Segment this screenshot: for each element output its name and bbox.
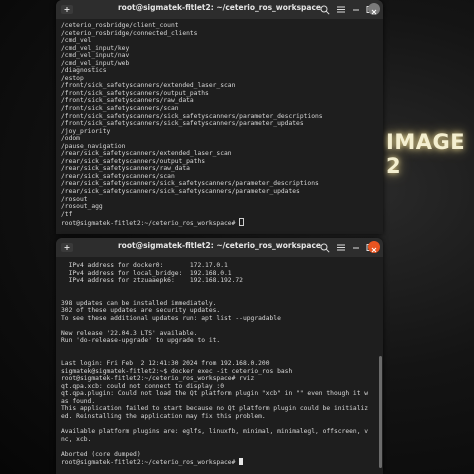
terminal-line: ed. Reinstalling the application may fix… <box>61 412 266 420</box>
terminal-line: Aborted (core dumped) <box>61 450 141 458</box>
terminal-line: root@sigmatek-fitlet2:~/ceterio_ros_work… <box>61 375 255 383</box>
terminal-line: IPv4 address for local_bridge: 192.168.0… <box>61 269 232 277</box>
terminal-line: /front/sick_safetyscanners/output_paths <box>61 89 209 97</box>
terminal-line: /front/sick_safetyscanners/sick_safetysc… <box>61 120 304 128</box>
terminal-output[interactable]: IPv4 address for docker0: 172.17.0.1 IPv… <box>61 262 377 472</box>
terminal-line: qt.qpa.plugin: Could not load the Qt pla… <box>61 390 369 398</box>
prompt-text: root@sigmatek-fitlet2:~/ceterio_ros_work… <box>61 220 240 228</box>
terminal-line: /odom <box>61 135 80 143</box>
terminal-line: /cmd_vel_input/web <box>61 59 130 67</box>
terminal-line: /rear/sick_safetyscanners/sick_safetysca… <box>61 188 300 196</box>
terminal-line: /rear/sick_safetyscanners/sick_safetysca… <box>61 180 319 188</box>
terminal-line: /rear/sick_safetyscanners/scan <box>61 172 175 180</box>
terminal-line: /estop <box>61 74 84 82</box>
terminal-line: /pause_navigation <box>61 142 126 150</box>
terminal-line: /rosout_agg <box>61 203 103 211</box>
terminal-line: sigmatek@sigmatek-fitlet2:~$ docker exec… <box>61 367 293 375</box>
search-icon[interactable] <box>318 3 332 16</box>
terminal-line: /front/sick_safetyscanners/scan <box>61 105 179 113</box>
terminal-window-bottom[interactable]: root@sigmatek-fitlet2: ~/ceterio_ros_wor… <box>56 238 383 474</box>
title-bar[interactable]: root@sigmatek-fitlet2: ~/ceterio_ros_wor… <box>56 238 383 257</box>
terminal-line: /front/sick_safetyscanners/sick_safetysc… <box>61 112 323 120</box>
terminal-line: IPv4 address for docker0: 172.17.0.1 <box>61 262 228 269</box>
terminal-line: /rear/sick_safetyscanners/output_paths <box>61 157 206 165</box>
terminal-line: New release '22.04.3 LTS' available. <box>61 329 198 337</box>
text-cursor <box>239 458 244 466</box>
terminal-line: /tf <box>61 210 73 218</box>
close-icon[interactable] <box>368 241 380 253</box>
terminal-line: /joy_priority <box>61 127 111 135</box>
close-icon[interactable] <box>368 3 380 15</box>
text-cursor <box>239 218 245 227</box>
terminal-line: /cmd_vel_input/nav <box>61 52 130 60</box>
image-label: IMAGE 2 <box>386 130 466 178</box>
terminal-line: 302 of these updates are security update… <box>61 307 221 315</box>
terminal-line: /ceterio_rosbridge/connected_clients <box>61 29 198 37</box>
title-bar[interactable]: root@sigmatek-fitlet2: ~/ceterio_ros_wor… <box>56 0 383 19</box>
terminal-line: qt.qpa.xcb: could not connect to display… <box>61 382 225 390</box>
terminal-line: /ceterio_rosbridge/client_count <box>61 22 179 29</box>
terminal-line: /front/sick_safetyscanners/raw_data <box>61 97 194 105</box>
terminal-line: This application failed to start because… <box>61 405 369 413</box>
terminal-line: Available platform plugins are: eglfs, l… <box>61 428 369 436</box>
minimize-icon[interactable] <box>349 241 363 254</box>
scrollbar[interactable] <box>379 356 382 468</box>
terminal-line: /cmd_vel <box>61 37 92 45</box>
menu-icon[interactable] <box>334 241 348 254</box>
terminal-line: as found. <box>61 397 96 405</box>
terminal-line: Last login: Fri Feb 2 12:41:30 2024 from… <box>61 360 270 368</box>
terminal-line: /diagnostics <box>61 67 107 75</box>
prompt-line: root@sigmatek-fitlet2:~/ceterio_ros_work… <box>61 218 377 228</box>
terminal-line: IPv4 address for ztzuaaepk6: 192.168.192… <box>61 277 243 285</box>
terminal-line: 398 updates can be installed immediately… <box>61 299 217 307</box>
terminal-line: /rear/sick_safetyscanners/extended_laser… <box>61 150 232 158</box>
terminal-line: /rosout <box>61 195 88 203</box>
menu-icon[interactable] <box>334 3 348 16</box>
terminal-output[interactable]: /ceterio_rosbridge/client_count/ceterio_… <box>61 22 377 232</box>
terminal-line: /cmd_vel_input/key <box>61 44 130 52</box>
terminal-line: Run 'do-release-upgrade' to upgrade to i… <box>61 337 221 345</box>
terminal-line: /front/sick_safetyscanners/extended_lase… <box>61 82 236 90</box>
terminal-line: /rear/sick_safetyscanners/raw_data <box>61 165 190 173</box>
prompt-text: root@sigmatek-fitlet2:~/ceterio_ros_work… <box>61 459 240 467</box>
search-icon[interactable] <box>318 241 332 254</box>
minimize-icon[interactable] <box>349 3 363 16</box>
prompt-line: root@sigmatek-fitlet2:~/ceterio_ros_work… <box>61 458 377 466</box>
terminal-line: nc, xcb. <box>61 435 92 443</box>
terminal-window-top[interactable]: root@sigmatek-fitlet2: ~/ceterio_ros_wor… <box>56 0 383 234</box>
terminal-line: To see these additional updates run: apt… <box>61 314 281 322</box>
